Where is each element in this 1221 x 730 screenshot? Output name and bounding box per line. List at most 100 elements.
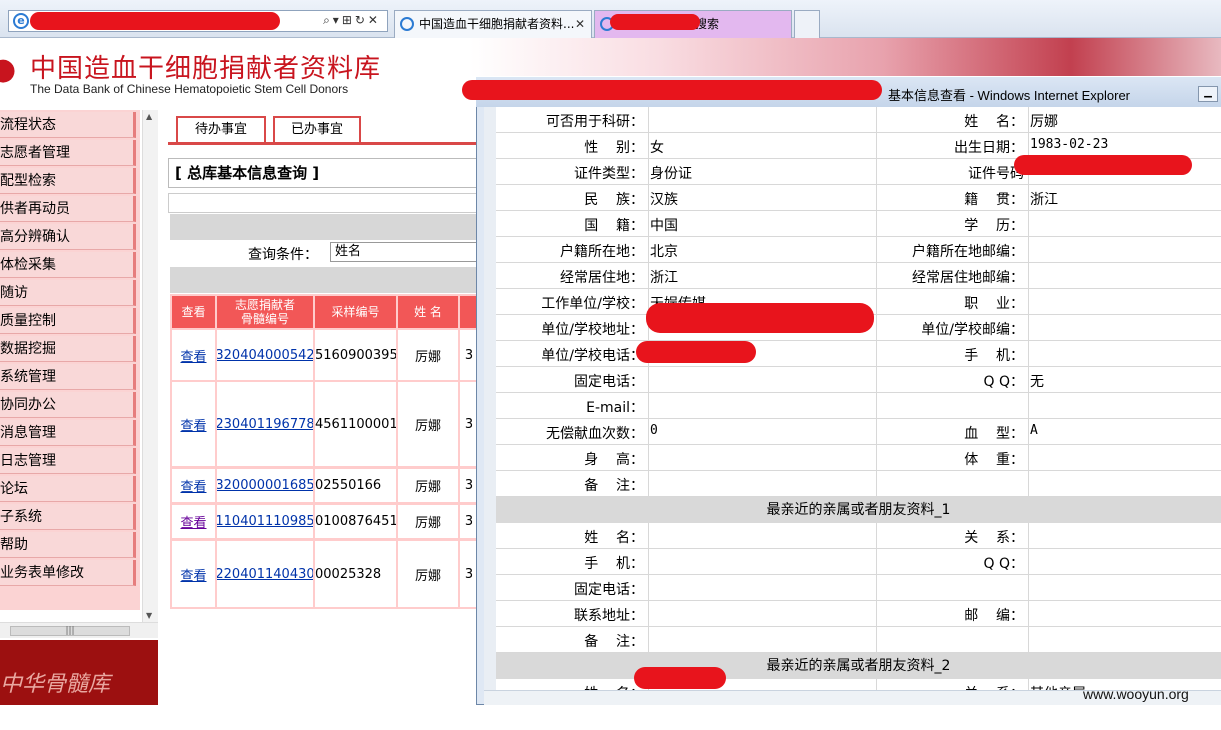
header-bar — [170, 214, 478, 240]
field-label: 证件类型： — [574, 166, 644, 182]
redaction-mark — [634, 667, 726, 689]
column-divider — [1028, 523, 1029, 653]
row-divider — [496, 184, 1221, 185]
popup-left-border — [484, 107, 496, 690]
sidebar-item[interactable]: 供者再动员 — [0, 196, 136, 222]
donor-id-link[interactable]: 220401140430 — [217, 541, 313, 607]
field-label: Q Q： — [983, 556, 1025, 572]
tab-pending[interactable]: 待办事宜 — [176, 116, 266, 144]
spacer-row — [168, 193, 478, 213]
field-value: 女 — [650, 140, 664, 156]
sidebar-item[interactable]: 数据挖掘 — [0, 336, 136, 362]
field-label: 经常居住地邮编： — [912, 270, 1024, 286]
sidebar-item[interactable]: 配型检索 — [0, 168, 136, 194]
new-tab-button[interactable] — [794, 10, 820, 38]
sidebar-scrollbar[interactable]: ▲ ▼ — [142, 110, 158, 622]
table-cell: 5160900395 — [315, 330, 396, 380]
row-divider — [496, 288, 1221, 289]
watermark: www.wooyun.org — [1083, 686, 1189, 702]
field-label: 籍 贯： — [964, 192, 1024, 208]
field-label: 户籍所在地： — [560, 244, 644, 260]
donor-id-link[interactable]: 320404000542 — [217, 330, 313, 380]
tab-done[interactable]: 已办事宜 — [273, 116, 361, 144]
panel-title: [ 总库基本信息查询 ] — [168, 158, 478, 188]
view-link[interactable]: 查看 — [172, 505, 215, 538]
sidebar-item[interactable]: 系统管理 — [0, 364, 136, 390]
column-divider — [876, 523, 877, 653]
tab-main[interactable]: 中国造血干细胞捐献者资料... ✕ — [394, 10, 592, 38]
column-header: 采样编号 — [315, 296, 396, 328]
header-bar — [170, 267, 478, 293]
field-label: 学 历： — [964, 218, 1024, 234]
section-header: 最亲近的亲属或者朋友资料_2 — [496, 653, 1221, 679]
redaction-mark — [30, 12, 280, 30]
field-label: 关 系： — [964, 530, 1024, 546]
field-label: 姓 名： — [584, 530, 644, 546]
sidebar-item[interactable]: 日志管理 — [0, 448, 136, 474]
table-cell: 厉娜 — [398, 469, 458, 502]
field-value: 身份证 — [650, 166, 692, 182]
sidebar-item[interactable]: 志愿者管理 — [0, 140, 136, 166]
field-label: 无偿献血次数： — [546, 426, 644, 442]
redaction-mark — [636, 341, 756, 363]
table-cell: 厉娜 — [398, 541, 458, 607]
donor-id-link[interactable]: 320000001685 — [217, 469, 313, 502]
sidebar-item[interactable]: 论坛 — [0, 476, 136, 502]
scroll-up-icon[interactable]: ▲ — [146, 112, 152, 121]
field-value: A — [1030, 423, 1038, 438]
sidebar-item[interactable]: 协同办公 — [0, 392, 136, 418]
field-label: 手 机： — [964, 348, 1024, 364]
row-divider — [496, 470, 1221, 471]
sidebar-item[interactable]: 高分辨确认 — [0, 224, 136, 250]
field-value: 浙江 — [650, 270, 678, 286]
ie-icon — [400, 17, 414, 31]
scroll-thumb[interactable]: ||| — [10, 626, 130, 636]
field-label: 国 籍： — [584, 218, 644, 234]
sidebar-item[interactable]: 消息管理 — [0, 420, 136, 446]
donor-id-link[interactable]: 110401110985 — [217, 505, 313, 538]
redaction-mark — [1014, 155, 1192, 175]
table-cell: 厉娜 — [398, 382, 458, 466]
table-cell: 0100876451 — [315, 505, 396, 538]
sidebar-item[interactable]: 帮助 — [0, 532, 136, 558]
field-value: 浙江 — [1030, 192, 1058, 208]
table-cell: 厉娜 — [398, 330, 458, 380]
popup-body: 可否用于科研： 姓 名： 厉娜性 别： 女 出生日期： 1983-02-23 证件类型： 身份… — [496, 107, 1221, 690]
sidebar-item[interactable]: 子系统 — [0, 504, 136, 530]
field-label: 单位/学校电话： — [541, 348, 644, 364]
column-header: 志愿捐献者 骨髓编号 — [217, 296, 313, 328]
sidebar-item[interactable]: 随访 — [0, 280, 136, 306]
section-header: 最亲近的亲属或者朋友资料_1 — [496, 497, 1221, 523]
sidebar-item[interactable]: 业务表单修改 — [0, 560, 136, 586]
sidebar-item[interactable]: 质量控制 — [0, 308, 136, 334]
popup-title: 基本信息查看 - Windows Internet Explorer — [888, 88, 1131, 103]
field-label: 固定电话： — [574, 374, 644, 390]
field-label: 体 重： — [964, 452, 1024, 468]
scroll-down-icon[interactable]: ▼ — [146, 611, 152, 620]
query-input[interactable]: 姓名 — [330, 242, 478, 262]
field-label: 经常居住地： — [560, 270, 644, 286]
view-link[interactable]: 查看 — [172, 541, 215, 607]
field-label: 户籍所在地邮编： — [912, 244, 1024, 260]
close-icon[interactable]: ✕ — [575, 11, 585, 37]
field-value: 0 — [650, 423, 658, 438]
ie-icon: e — [13, 13, 29, 29]
address-tools[interactable]: ⌕▾⊞↻✕ — [323, 13, 381, 28]
site-title: 中国造血干细胞捐献者资料库 — [30, 54, 382, 84]
horizontal-scrollbar[interactable]: ||| — [0, 622, 158, 638]
row-divider — [496, 548, 1221, 549]
sidebar-item[interactable]: 体检采集 — [0, 252, 136, 278]
row-divider — [496, 392, 1221, 393]
donor-id-link[interactable]: 230401196778 — [217, 382, 313, 466]
query-label: 查询条件： — [248, 247, 318, 263]
sidebar-item[interactable]: 流程状态 — [0, 112, 136, 138]
field-label: 职 业： — [964, 296, 1024, 312]
view-link[interactable]: 查看 — [172, 330, 215, 380]
view-link[interactable]: 查看 — [172, 469, 215, 502]
column-divider — [876, 107, 877, 497]
site-subtitle: The Data Bank of Chinese Hematopoietic S… — [30, 82, 349, 96]
table-cell: 02550166 — [315, 469, 396, 502]
minimize-button[interactable]: ▁ — [1198, 86, 1218, 102]
view-link[interactable]: 查看 — [172, 382, 215, 466]
field-label: 单位/学校地址： — [541, 322, 644, 338]
